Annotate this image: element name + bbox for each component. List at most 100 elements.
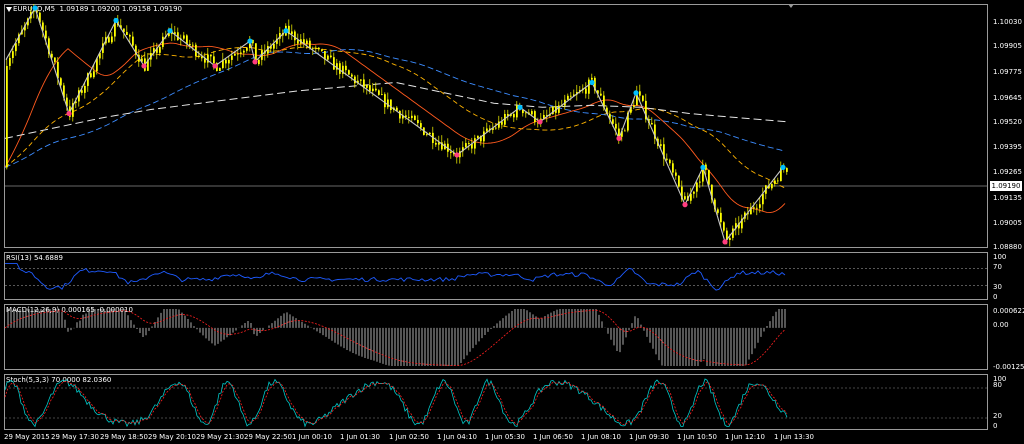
swing-high-marker	[780, 164, 786, 170]
swing-high-marker	[700, 164, 706, 170]
candle-body	[90, 73, 92, 78]
candle-body	[84, 85, 86, 93]
candle-body	[753, 207, 755, 209]
candle-body	[45, 30, 47, 39]
candle-body	[111, 36, 113, 43]
time-label: 29 May 18:50	[100, 433, 149, 441]
candle-body	[567, 95, 569, 100]
candle-body	[12, 51, 14, 58]
candle-body	[369, 85, 371, 92]
candle-body	[477, 135, 479, 139]
time-label: 1 Jun 12:10	[725, 433, 766, 441]
candle-body	[210, 54, 212, 57]
candle-body	[723, 222, 725, 231]
stoch-tick: 80	[993, 381, 1002, 389]
swing-low-marker	[722, 239, 728, 245]
time-label: 1 Jun 13:30	[774, 433, 815, 441]
chart-shift-icon[interactable]	[788, 4, 794, 8]
candle-body	[375, 88, 377, 91]
swing-high-marker	[283, 28, 289, 34]
candle-body	[258, 59, 260, 65]
candle-body	[708, 169, 710, 185]
candle-body	[615, 123, 617, 129]
swing-low-marker	[66, 110, 72, 117]
candle-body	[696, 182, 698, 192]
rsi-tick: 100	[993, 253, 1007, 261]
time-label: 1 Jun 08:10	[581, 433, 622, 441]
candle-body	[132, 36, 134, 46]
candle-body	[234, 53, 236, 56]
ma-fast-line	[4, 42, 786, 214]
time-label: 1 Jun 05:30	[485, 433, 526, 441]
price-tick: 1.09265	[993, 168, 1022, 176]
candle-body	[225, 59, 227, 64]
time-label: 1 Jun 06:50	[533, 433, 574, 441]
candle-body	[684, 196, 686, 200]
candle-body	[198, 56, 200, 57]
candle-body	[297, 40, 299, 44]
chart-plot-svg	[4, 4, 988, 428]
candle-body	[720, 212, 722, 223]
candle-body	[786, 168, 788, 172]
price-tick: 1.09905	[993, 42, 1022, 50]
candle-body	[585, 88, 587, 94]
candle-body	[327, 55, 329, 60]
candle-body	[312, 48, 314, 50]
candle-body	[333, 57, 335, 70]
candle-body	[666, 158, 668, 160]
stoch-main-line	[4, 378, 788, 428]
candle-body	[318, 47, 320, 50]
candle-body	[774, 180, 776, 184]
time-label: 1 Jun 00:10	[292, 433, 333, 441]
rsi-line	[5, 263, 786, 291]
candle-body	[771, 183, 773, 189]
swing-high-marker	[517, 104, 523, 110]
candle-body	[351, 74, 353, 77]
candle-body	[366, 85, 368, 88]
stoch-tick: 0	[993, 422, 998, 430]
candle-body	[186, 35, 188, 44]
candle-body	[387, 99, 389, 108]
candle-body	[390, 99, 392, 111]
candle-body	[348, 70, 350, 75]
rsi-tick: 70	[993, 263, 1002, 271]
candle-body	[672, 163, 674, 173]
candle-body	[159, 46, 161, 53]
rsi-axis: 100 70 30 0	[989, 250, 1024, 302]
candle-body	[474, 138, 476, 149]
macd-tick: 0.000622	[993, 307, 1024, 315]
swing-low-marker	[616, 135, 622, 141]
macd-axis: 0.000622 0.00 -0.001258	[989, 302, 1024, 372]
macd-tick: 0.00	[993, 321, 1009, 329]
time-label: 1 Jun 02:50	[389, 433, 430, 441]
candle-body	[777, 180, 779, 182]
candle-body	[192, 44, 194, 46]
swing-low-marker	[454, 152, 460, 158]
candle-body	[411, 115, 413, 118]
candle-body	[372, 88, 374, 92]
candle-body	[624, 130, 626, 132]
candle-body	[213, 56, 215, 64]
candle-body	[339, 63, 341, 74]
candle-body	[315, 47, 317, 49]
price-tick: 1.09520	[993, 118, 1022, 126]
candle-body	[306, 40, 308, 44]
candle-body	[231, 55, 233, 60]
candle-body	[486, 128, 488, 132]
candle-body	[534, 111, 536, 123]
stoch-axis: 100 80 20 0	[989, 372, 1024, 432]
macd-tick: -0.001258	[993, 363, 1024, 371]
price-tick: 1.09135	[993, 194, 1022, 202]
candle-body	[384, 94, 386, 108]
candle-body	[420, 123, 422, 128]
time-label: 29 May 2015	[4, 433, 50, 441]
candle-body	[417, 119, 419, 124]
candle-body	[699, 181, 701, 183]
time-label: 29 May 22:50	[244, 433, 293, 441]
candle-body	[483, 131, 485, 142]
swing-low-marker	[682, 202, 688, 208]
time-label: 29 May 17:30	[51, 433, 100, 441]
candle-body	[669, 159, 671, 164]
candle-body	[273, 43, 275, 49]
price-tick: 1.09775	[993, 68, 1022, 76]
